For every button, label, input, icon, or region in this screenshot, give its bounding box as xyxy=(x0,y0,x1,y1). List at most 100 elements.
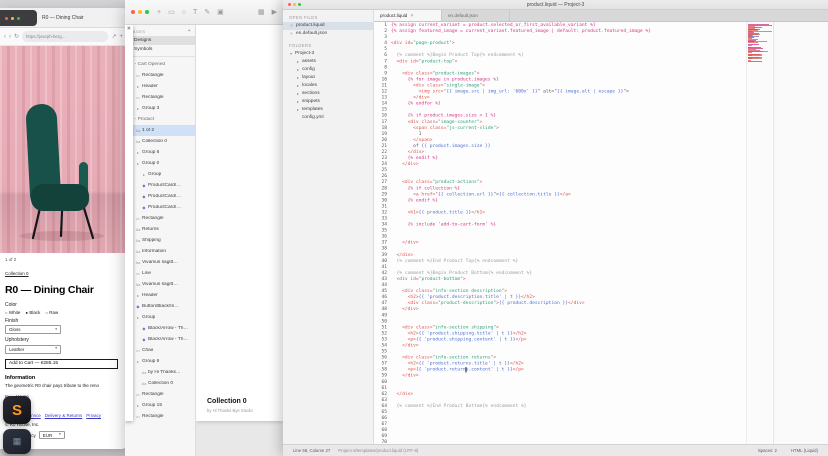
layer-04-cart-opened[interactable]: ▣04 - Cart Opened xyxy=(125,59,195,70)
add-to-cart-button[interactable]: Add to Cart — €285.15 xyxy=(5,359,118,369)
layer-group-0[interactable]: ▸Group 0 xyxy=(125,158,195,169)
disclosure-icon[interactable]: ▸ xyxy=(296,82,300,90)
color-option-raw[interactable]: ○Raw xyxy=(45,310,58,315)
layer-vivamus-sagitt[interactable]: AaVivamus sagitt… xyxy=(125,279,195,290)
layer-rectangle[interactable]: ▭Rectangle xyxy=(125,70,195,81)
forward-icon[interactable]: › xyxy=(9,34,11,40)
layer-group-15[interactable]: ▸Group 15 xyxy=(125,400,195,411)
close-icon[interactable] xyxy=(131,10,135,14)
editor-titlebar[interactable]: product.liquid — Project-3 xyxy=(283,0,828,10)
layer-chair[interactable]: ▭Chair xyxy=(125,345,195,356)
layer-rectangle[interactable]: ▭Rectangle xyxy=(125,389,195,400)
layer-line[interactable]: ▭Line xyxy=(125,268,195,279)
indent-status[interactable]: Spaces: 2 xyxy=(758,448,777,453)
zoom-icon[interactable] xyxy=(17,17,20,20)
group-tool-icon[interactable]: ▣ xyxy=(217,9,224,16)
disclosure-icon[interactable]: ▸ xyxy=(296,58,300,66)
tab-en-default-json[interactable]: en.default.json xyxy=(442,10,510,21)
layer-productcard[interactable]: ◆ProductCard/… xyxy=(125,202,195,213)
layer-03-product[interactable]: ▣03 - Product xyxy=(125,114,195,125)
shape-tool-icon[interactable]: ▭ xyxy=(168,9,175,16)
artboard[interactable]: Collection 0 by Hi Thanks Bye Studio xyxy=(196,25,283,421)
layer-group-6[interactable]: ▸Group 6 xyxy=(125,356,195,367)
close-tab-icon[interactable]: × xyxy=(410,13,413,19)
zoom-icon[interactable] xyxy=(145,10,149,14)
close-file-icon[interactable]: × xyxy=(289,22,294,30)
tree-templates[interactable]: ▸templates xyxy=(283,106,373,114)
footer-link-privacy[interactable]: Privacy xyxy=(86,413,101,418)
grid-icon[interactable]: ▦ xyxy=(258,9,265,16)
back-icon[interactable]: ‹ xyxy=(4,34,6,40)
layer-rectangle[interactable]: ▭Rectangle xyxy=(125,213,195,224)
layer-productcard[interactable]: ◆ProductCard/… xyxy=(125,191,195,202)
disclosure-icon[interactable]: ▸ xyxy=(296,90,300,98)
tree-assets[interactable]: ▸assets xyxy=(283,58,373,66)
tree-config-yml[interactable]: config.yml xyxy=(283,114,373,122)
disclosure-icon[interactable]: ▸ xyxy=(296,74,300,82)
page-symbols[interactable]: Symbols xyxy=(125,45,195,54)
color-option-white[interactable]: ○White xyxy=(5,310,20,315)
layer-header[interactable]: ▸Header xyxy=(125,81,195,92)
tree-project-3[interactable]: ▾Project-3 xyxy=(283,50,373,58)
layer-group[interactable]: ▸Group xyxy=(125,312,195,323)
layer-productcard[interactable]: ◆ProductCard/… xyxy=(125,180,195,191)
disclosure-icon[interactable]: ▸ xyxy=(296,66,300,74)
layer-group-3[interactable]: ▸Group 3 xyxy=(125,103,195,114)
color-option-black[interactable]: ●Black xyxy=(25,310,40,315)
tree-config[interactable]: ▸config xyxy=(283,66,373,74)
upholstery-select[interactable]: Leather ▾ xyxy=(5,345,61,354)
layer-button-black-in[interactable]: ◆Button/Black/In… xyxy=(125,301,195,312)
layer-1-of-2[interactable]: Aa1 of 2 xyxy=(125,125,195,136)
minimize-icon[interactable] xyxy=(293,3,296,6)
layer-rectangle[interactable]: ▭Rectangle xyxy=(125,92,195,103)
layer-header[interactable]: ▸Header xyxy=(125,290,195,301)
disclosure-icon[interactable]: ▾ xyxy=(289,50,293,58)
dock-app-icon[interactable]: ▦ xyxy=(3,429,31,454)
zoom-icon[interactable] xyxy=(298,3,301,6)
open-file-en-default-json[interactable]: ×en.default.json xyxy=(283,30,373,38)
layer-collection-0[interactable]: AaCollection 0 xyxy=(125,136,195,147)
dock-sublime-icon[interactable]: S xyxy=(3,396,31,424)
footer-link-delivery-returns[interactable]: Delivery & Returns xyxy=(45,413,83,418)
sketch-toolbar[interactable]: +▭○T✎▣▦▶ xyxy=(125,0,283,25)
new-tab-icon[interactable]: + xyxy=(119,34,123,40)
disclosure-icon[interactable]: ▸ xyxy=(296,98,300,106)
url-bar[interactable]: https://joseph-berg… xyxy=(22,31,108,42)
tree-layout[interactable]: ▸layout xyxy=(283,74,373,82)
layer-black-arrow-th[interactable]: ◆Black/Arrow - Th… xyxy=(125,323,195,334)
preview-icon[interactable]: ▶ xyxy=(272,9,277,16)
close-icon[interactable] xyxy=(5,17,8,20)
share-icon[interactable]: ↗ xyxy=(111,34,116,40)
disclosure-icon[interactable]: ▸ xyxy=(296,106,300,114)
tree-sections[interactable]: ▸sections xyxy=(283,90,373,98)
tree-locales[interactable]: ▸locales xyxy=(283,82,373,90)
layer-collection-0[interactable]: AaCollection 0 xyxy=(125,378,195,389)
minimize-icon[interactable] xyxy=(138,10,142,14)
finish-select[interactable]: Gloss ▾ xyxy=(5,325,61,334)
sketch-canvas[interactable]: Collection 0 by Hi Thanks Bye Studio xyxy=(196,25,283,456)
code-area[interactable]: 1234567891011121314151617181920212223242… xyxy=(374,22,746,444)
layer-rectangle[interactable]: ▭Rectangle xyxy=(125,411,195,422)
layer-group-6[interactable]: ▸Group 6 xyxy=(125,147,195,158)
collection-link[interactable]: Collection 0 xyxy=(5,271,29,276)
browser-titlebar[interactable]: R0 — Dining Chair xyxy=(0,8,127,28)
pencil-tool-icon[interactable]: ✎ xyxy=(204,9,210,16)
layer-by-hi-thanks[interactable]: Aaby Hi Thanks… xyxy=(125,367,195,378)
currency-select[interactable]: EUR ▾ xyxy=(39,431,65,439)
close-icon[interactable] xyxy=(288,3,291,6)
layer-vivamus-sagitt[interactable]: AaVivamus sagitt… xyxy=(125,257,195,268)
close-file-icon[interactable]: × xyxy=(289,30,294,38)
insert-icon[interactable]: + xyxy=(157,9,161,16)
layer-group[interactable]: ▸Group xyxy=(125,169,195,180)
refresh-icon[interactable]: ↻ xyxy=(14,34,19,40)
minimap[interactable] xyxy=(746,22,772,444)
layer-shipping[interactable]: AaShipping xyxy=(125,235,195,246)
syntax-status[interactable]: HTML (Liquid) xyxy=(791,448,818,453)
tree-snippets[interactable]: ▸snippets xyxy=(283,98,373,106)
layer-returns[interactable]: AaReturns xyxy=(125,224,195,235)
minimize-icon[interactable] xyxy=(11,17,14,20)
oval-tool-icon[interactable]: ○ xyxy=(182,9,186,16)
open-file-product-liquid[interactable]: ×product.liquid xyxy=(283,22,373,30)
tab-product-liquid[interactable]: product.liquid× xyxy=(374,10,442,21)
add-page-icon[interactable]: + xyxy=(188,29,191,34)
